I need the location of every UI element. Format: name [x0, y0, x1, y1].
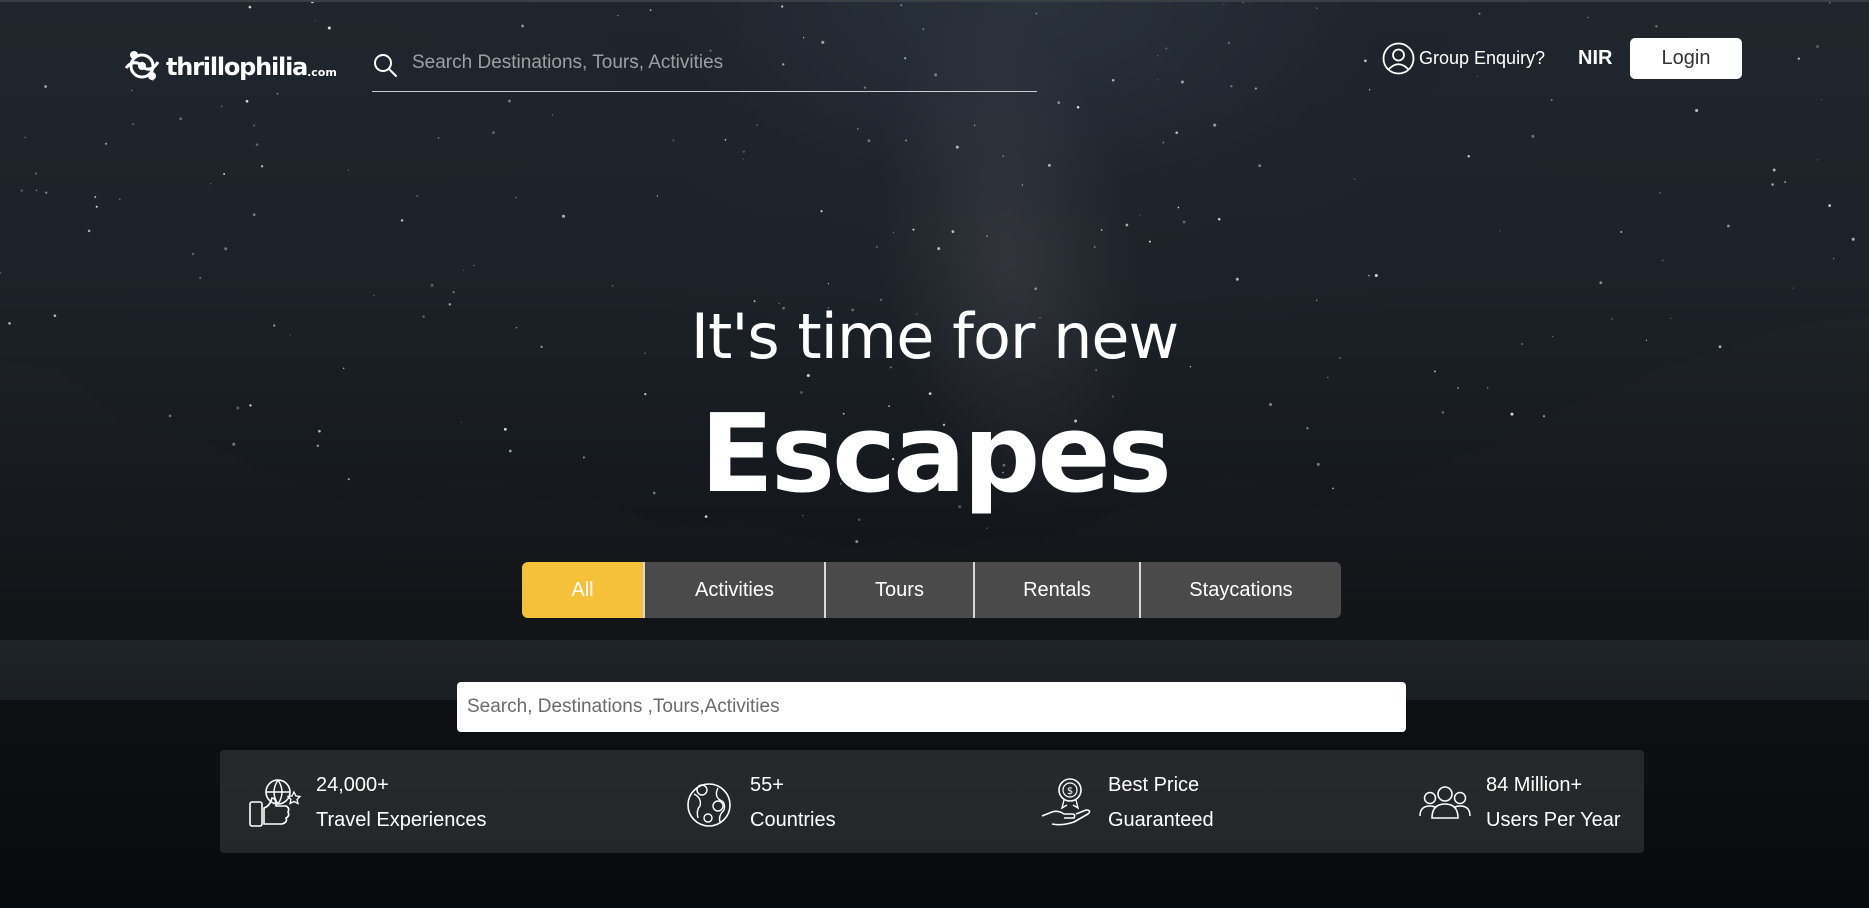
group-enquiry-link[interactable]: Group Enquiry?: [1382, 42, 1545, 75]
thrillophilia-logo[interactable]: thrillophilia .com: [122, 46, 337, 86]
hero-subtitle: It's time for new: [690, 300, 1180, 373]
search-icon[interactable]: [372, 52, 398, 78]
main-search[interactable]: [457, 682, 1406, 732]
login-button[interactable]: Login: [1630, 38, 1742, 79]
main-search-input[interactable]: [457, 682, 1406, 732]
logo-text: thrillophilia: [166, 53, 308, 81]
hero-title: Escapes: [700, 392, 1172, 517]
category-tabs: All Activities Tours Rentals Staycations: [522, 562, 1341, 618]
users-icon: [1419, 786, 1471, 819]
stat-value: Best Price: [1108, 774, 1200, 796]
stat-label: Users Per Year: [1486, 809, 1621, 831]
stat-value: 55+: [750, 774, 784, 796]
stat-value: 24,000+: [316, 774, 389, 796]
currency-selector[interactable]: NIR: [1578, 47, 1612, 70]
logo-mark-icon: [124, 51, 160, 80]
stat-label: Countries: [750, 809, 836, 831]
stat-label: Travel Experiences: [316, 809, 487, 831]
header-search-input[interactable]: [412, 51, 1012, 78]
user-circle-icon: [1382, 42, 1415, 75]
tab-rentals[interactable]: Rentals: [975, 562, 1141, 618]
tab-staycations[interactable]: Staycations: [1141, 562, 1341, 618]
stat-users: 84 Million+ Users Per Year: [1418, 768, 1621, 838]
price-badge-icon: $: [1041, 778, 1091, 826]
svg-text:$: $: [1067, 786, 1073, 797]
stat-travel-experiences: 24,000+ Travel Experiences: [248, 768, 486, 838]
stat-countries: 55+ Countries: [682, 768, 836, 838]
top-border: [0, 0, 1869, 2]
stat-label: Guaranteed: [1108, 809, 1214, 831]
group-enquiry-label: Group Enquiry?: [1419, 48, 1546, 68]
logo-domain: .com: [307, 65, 337, 79]
globe-icon: [687, 783, 731, 827]
stat-best-price: $ Best Price Guaranteed: [1040, 768, 1214, 838]
header-search[interactable]: [372, 38, 1037, 92]
stat-value: 84 Million+: [1486, 774, 1583, 796]
travel-experience-icon: [249, 779, 302, 827]
tab-activities[interactable]: Activities: [645, 562, 826, 618]
stats-bar: 24,000+ Travel Experiences 55+ Countries…: [220, 750, 1644, 853]
tab-all[interactable]: All: [522, 562, 645, 618]
tab-tours[interactable]: Tours: [826, 562, 975, 618]
